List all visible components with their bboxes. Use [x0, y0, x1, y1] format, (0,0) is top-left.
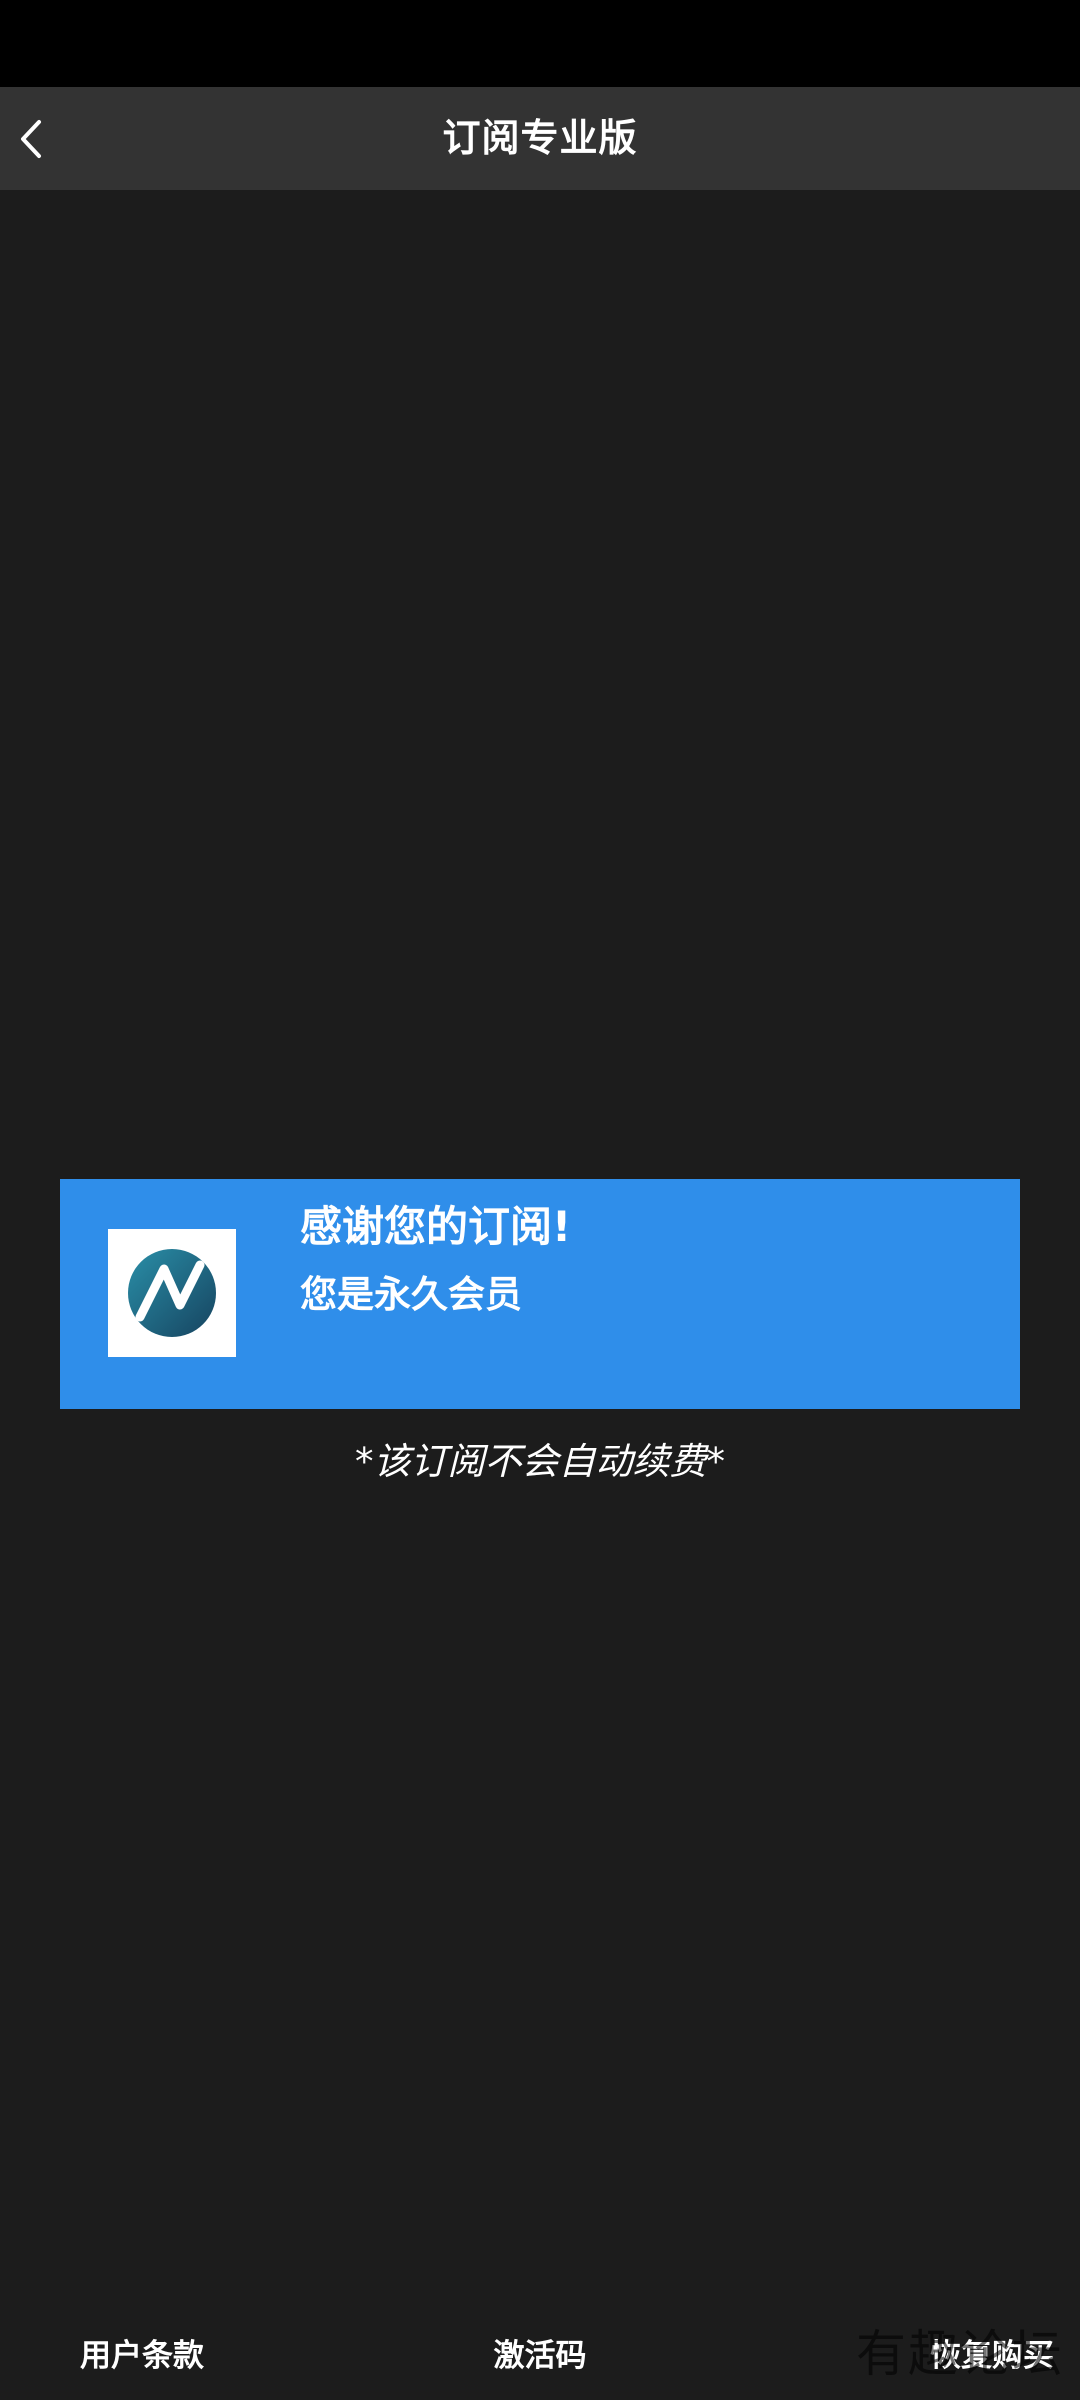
membership-card: 感谢您的订阅! 您是永久会员 — [60, 1179, 1020, 1409]
activation-code-link[interactable]: 激活码 — [0, 2328, 1080, 2384]
page-title: 订阅专业版 — [442, 116, 638, 160]
card-title: 感谢您的订阅! — [300, 1202, 572, 1251]
membership-status: 您是永久会员 — [300, 1273, 522, 1316]
app-logo-icon — [108, 1229, 236, 1357]
app-header: 订阅专业版 — [0, 87, 1080, 190]
status-bar — [0, 0, 1080, 87]
renewal-note: *该订阅不会自动续费* — [355, 1440, 725, 1483]
restore-purchase-link[interactable]: 恢复购买 — [930, 2328, 1054, 2384]
